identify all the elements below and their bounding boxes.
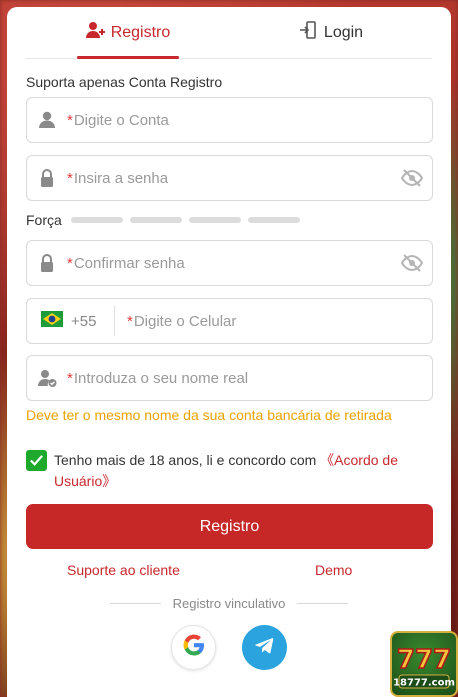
password-placeholder: Insira a senha [73, 169, 169, 187]
tab-login-label: Login [323, 23, 364, 41]
divider-line [297, 603, 348, 604]
bank-name-note: Deve ter o mesmo nome da sua conta bancá… [26, 407, 392, 423]
terms-text: Tenho mais de 18 anos, li e concordo com… [54, 450, 426, 492]
strength-bar [247, 217, 300, 223]
account-placeholder: Digite o Conta [73, 111, 169, 129]
account-field[interactable]: * Digite o Conta [26, 97, 433, 143]
google-login-button[interactable] [171, 625, 216, 670]
telegram-login-button[interactable] [242, 625, 287, 670]
demo-link[interactable]: Demo [315, 562, 352, 578]
confirm-placeholder: Confirmar senha [73, 254, 185, 272]
terms-checkbox[interactable] [26, 450, 47, 471]
tab-login[interactable]: Login [229, 7, 432, 58]
required-mark: * [67, 169, 73, 187]
customer-support-link[interactable]: Suporte ao cliente [67, 562, 180, 578]
required-mark: * [67, 369, 73, 387]
account-hint: Suporta apenas Conta Registro [26, 74, 223, 90]
eye-off-icon[interactable] [392, 251, 432, 275]
password-strength: Força [26, 212, 300, 228]
google-icon [180, 631, 208, 664]
terms-text-body: Tenho mais de 18 anos, li e concordo com [54, 452, 321, 468]
required-mark: * [127, 312, 133, 330]
door-enter-icon [298, 20, 318, 45]
register-button[interactable]: Registro [26, 504, 433, 549]
confirm-password-field[interactable]: * Confirmar senha [26, 240, 433, 286]
tab-registro[interactable]: Registro [26, 7, 229, 58]
divider-label: Registro vinculativo [172, 596, 286, 611]
svg-text:18777.com: 18777.com [393, 678, 455, 689]
user-check-icon [27, 368, 67, 388]
lock-icon [27, 168, 67, 188]
eye-off-icon[interactable] [392, 166, 432, 190]
svg-text:777: 777 [397, 645, 451, 675]
lock-icon [27, 253, 67, 273]
password-field[interactable]: * Insira a senha [26, 155, 433, 201]
country-code: +55 [71, 312, 97, 330]
strength-bar [188, 217, 241, 223]
telegram-icon [253, 633, 277, 662]
real-name-field[interactable]: * Introduza o seu nome real [26, 355, 433, 401]
required-mark: * [67, 111, 73, 129]
brand-logo: 777 18777.com [390, 631, 458, 697]
phone-placeholder: Digite o Celular [133, 312, 237, 330]
strength-bar [70, 217, 123, 223]
auth-tabs: Registro Login [26, 7, 432, 59]
social-divider: Registro vinculativo [110, 596, 348, 611]
brazil-flag-icon [41, 310, 63, 332]
user-icon [27, 110, 67, 130]
terms-agreement: Tenho mais de 18 anos, li e concordo com… [26, 450, 426, 492]
tab-registro-label: Registro [110, 23, 171, 41]
strength-label: Força [26, 212, 62, 228]
phone-field[interactable]: +55 * Digite o Celular [26, 298, 433, 344]
register-modal: Registro Login Suporta apenas Conta Regi… [7, 7, 451, 697]
real-name-placeholder: Introduza o seu nome real [73, 369, 249, 387]
divider-line [110, 603, 161, 604]
strength-bar [129, 217, 182, 223]
country-selector[interactable]: +55 [27, 306, 115, 336]
user-plus-icon [85, 20, 105, 45]
required-mark: * [67, 254, 73, 272]
